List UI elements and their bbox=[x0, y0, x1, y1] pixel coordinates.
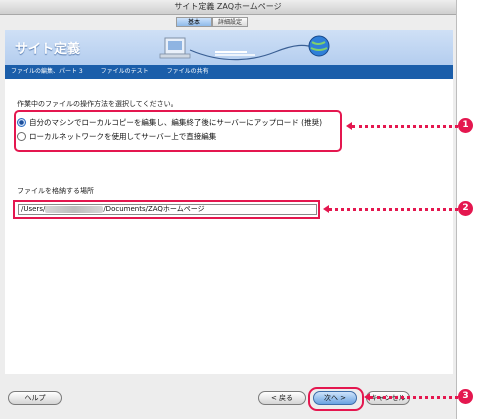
step-test: ファイルのテスト bbox=[100, 68, 149, 75]
back-button[interactable]: < 戻る bbox=[258, 391, 306, 405]
wizard-header: サイト定義 ファイルの編集、パート 3 ファイルのテスト ファイルの共有 bbox=[5, 30, 453, 79]
window-title: サイト定義 ZAQホームページ bbox=[0, 0, 456, 15]
instruction-text: 作業中のファイルの操作方法を選択してください。 bbox=[17, 100, 178, 108]
header-title: サイト定義 bbox=[15, 42, 81, 57]
options-highlight-box bbox=[14, 110, 342, 152]
next-button[interactable]: 次へ > bbox=[313, 391, 357, 405]
path-label: ファイルを格納する場所 bbox=[17, 187, 94, 195]
redacted-username bbox=[45, 205, 104, 213]
callout-marker-2: 2 bbox=[458, 201, 473, 216]
step-edit: ファイルの編集、パート 3 bbox=[11, 68, 83, 75]
callout-line-1 bbox=[352, 125, 458, 128]
path-suffix: /Documents/ZAQホームページ bbox=[103, 205, 205, 213]
tab-bar: 基本 詳細設定 bbox=[176, 17, 248, 27]
help-button[interactable]: ヘルプ bbox=[8, 391, 62, 405]
wizard-steps: ファイルの編集、パート 3 ファイルのテスト ファイルの共有 bbox=[5, 65, 453, 79]
step-share: ファイルの共有 bbox=[166, 68, 209, 75]
callout-line-2 bbox=[329, 208, 458, 211]
network-illustration-icon bbox=[159, 35, 330, 61]
callout-marker-1: 1 bbox=[458, 118, 473, 133]
path-prefix: /Users/ bbox=[21, 205, 46, 213]
tab-advanced[interactable]: 詳細設定 bbox=[212, 17, 248, 27]
callout-marker-3: 3 bbox=[458, 389, 473, 404]
callout-line-3 bbox=[370, 396, 458, 399]
path-highlight-box: /Users/ /Documents/ZAQホームページ bbox=[13, 200, 320, 219]
local-folder-field[interactable]: /Users/ /Documents/ZAQホームページ bbox=[18, 204, 317, 215]
tab-basic[interactable]: 基本 bbox=[176, 17, 212, 27]
